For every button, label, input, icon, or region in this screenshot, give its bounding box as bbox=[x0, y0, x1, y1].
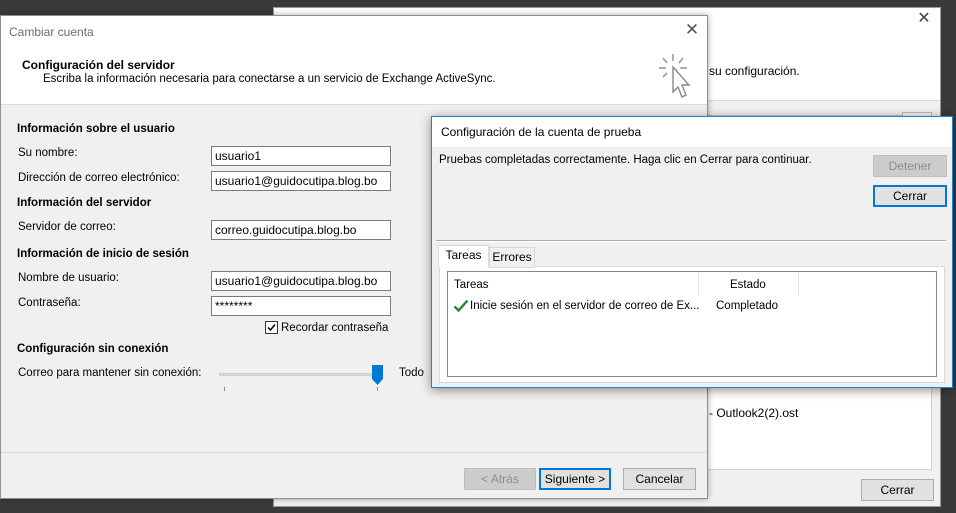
checkmark-icon bbox=[267, 324, 276, 332]
header-subtitle: Escriba la información necesaria para co… bbox=[43, 73, 496, 85]
offline-mail-label: Correo para mantener sin conexión: bbox=[18, 367, 202, 379]
task-status: Completado bbox=[716, 300, 779, 312]
email-input[interactable]: usuario1@guidocutipa.blog.bo bbox=[211, 171, 391, 191]
server-info-section: Información del servidor bbox=[17, 197, 152, 209]
remember-password-label[interactable]: Recordar contraseña bbox=[281, 322, 388, 334]
background-description: su configuración. bbox=[709, 64, 800, 78]
password-input[interactable]: ******** bbox=[211, 296, 391, 316]
tab-tareas[interactable]: Tareas bbox=[438, 245, 489, 267]
column-header-status[interactable]: Estado bbox=[730, 279, 766, 291]
mail-server-input[interactable]: correo.guidocutipa.blog.bo bbox=[211, 220, 391, 240]
slider-tick bbox=[377, 387, 378, 391]
username-label: Nombre de usuario: bbox=[18, 272, 119, 284]
cancel-button[interactable]: Cancelar bbox=[623, 468, 696, 490]
dialog-title: Configuración de la cuenta de prueba bbox=[441, 125, 642, 139]
task-list: Tareas Estado Inicie sesión en el servid… bbox=[447, 271, 937, 377]
email-label: Dirección de correo electrónico: bbox=[18, 172, 180, 184]
offline-slider-track[interactable] bbox=[219, 373, 379, 376]
title-bar: Configuración de la cuenta de prueba bbox=[432, 117, 952, 147]
test-result-message: Pruebas completadas correctamente. Haga … bbox=[439, 154, 812, 166]
next-button[interactable]: Siguiente > bbox=[539, 468, 611, 490]
data-file-text: - Outlook2(2).ost bbox=[709, 406, 799, 420]
cursor-click-icon bbox=[656, 52, 696, 105]
name-input[interactable]: usuario1 bbox=[211, 146, 391, 166]
title-bar: Cambiar cuenta ✕ bbox=[1, 16, 707, 46]
header-title: Configuración del servidor bbox=[22, 58, 175, 72]
stop-button[interactable]: Detener bbox=[873, 155, 947, 177]
offline-slider-thumb[interactable] bbox=[372, 365, 383, 385]
dialog-header: Configuración del servidor Escriba la in… bbox=[1, 46, 707, 105]
remember-password-checkbox[interactable] bbox=[265, 321, 278, 334]
tab-errores[interactable]: Errores bbox=[489, 247, 535, 268]
close-icon[interactable]: ✕ bbox=[684, 21, 700, 38]
test-account-dialog: Configuración de la cuenta de prueba Pru… bbox=[431, 116, 953, 388]
logon-info-section: Información de inicio de sesión bbox=[17, 248, 189, 260]
task-name: Inicie sesión en el servidor de correo d… bbox=[470, 300, 700, 312]
close-button[interactable]: Cerrar bbox=[873, 185, 947, 207]
offline-settings-section: Configuración sin conexión bbox=[17, 343, 169, 355]
background-close-button[interactable]: Cerrar bbox=[861, 479, 934, 501]
password-label: Contraseña: bbox=[18, 297, 81, 309]
mail-server-label: Servidor de correo: bbox=[18, 221, 116, 233]
name-label: Su nombre: bbox=[18, 147, 78, 159]
user-info-section: Información sobre el usuario bbox=[17, 123, 175, 135]
slider-tick bbox=[224, 387, 225, 391]
divider-highlight bbox=[436, 241, 946, 242]
back-button[interactable]: < Atrás bbox=[464, 468, 536, 490]
dialog-title: Cambiar cuenta bbox=[9, 25, 94, 39]
username-input[interactable]: usuario1@guidocutipa.blog.bo bbox=[211, 271, 391, 291]
checkmark-icon bbox=[453, 299, 469, 316]
close-icon[interactable]: ✕ bbox=[916, 11, 932, 27]
footer-divider bbox=[1, 452, 707, 453]
offline-value: Todo bbox=[399, 367, 424, 379]
column-header-tasks[interactable]: Tareas bbox=[454, 279, 489, 291]
